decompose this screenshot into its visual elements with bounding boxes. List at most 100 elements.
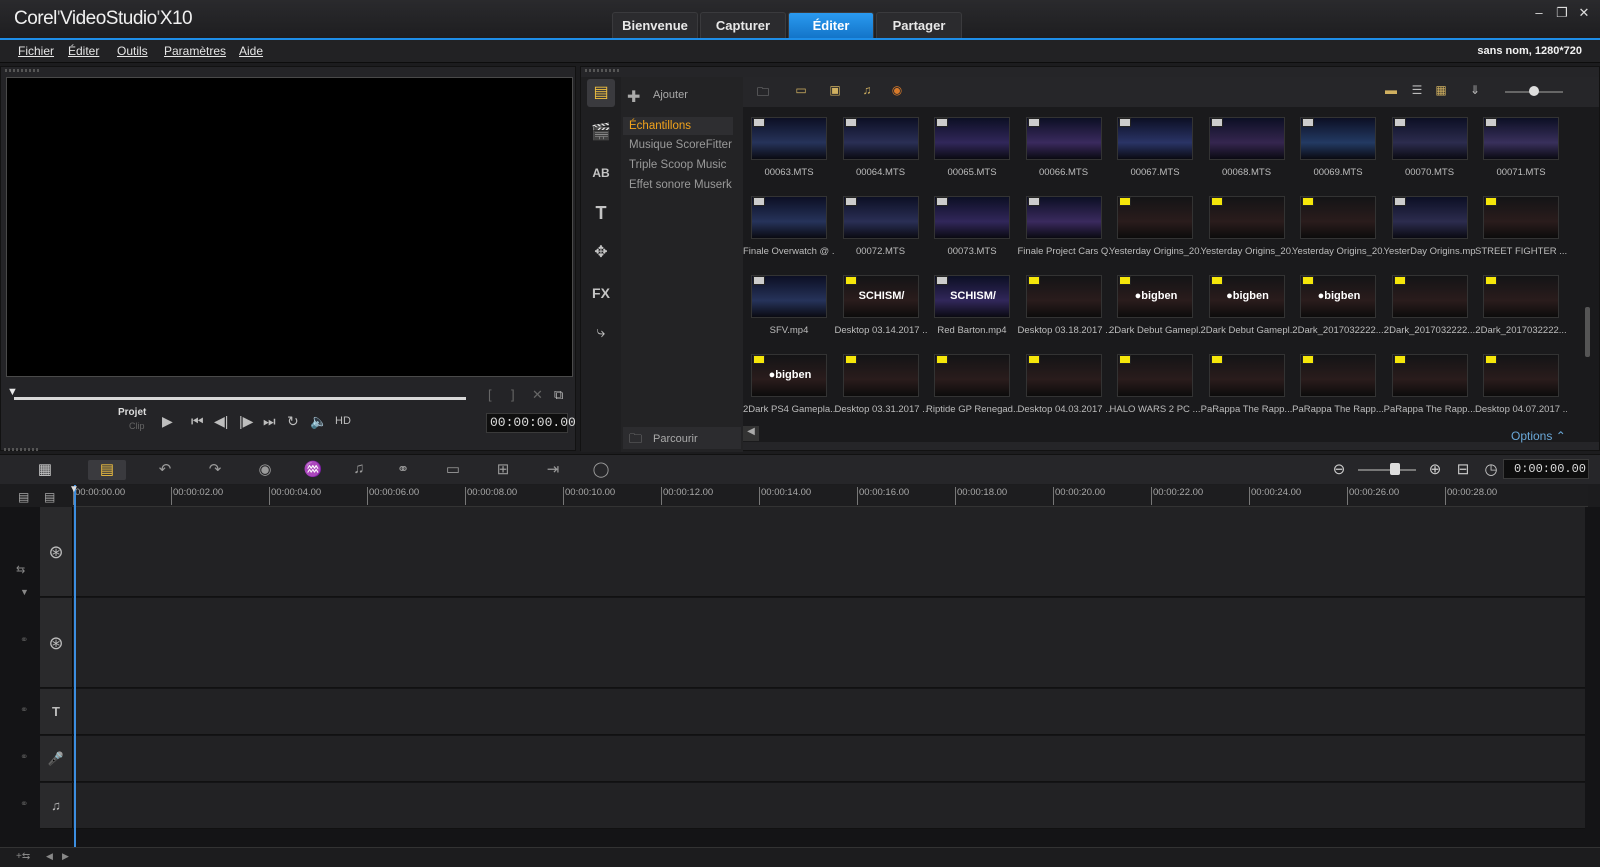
media-thumbnail[interactable]: 00070.MTS <box>1384 109 1476 189</box>
track-options-icon[interactable]: ⇆ <box>16 563 25 576</box>
zoom-out-icon[interactable]: ⊖ <box>1326 460 1352 480</box>
timeline-scrollbar[interactable]: +⇆ ◀ ▶ <box>0 847 1600 867</box>
media-thumbnail[interactable]: Desktop 04.07.2017 ... <box>1475 346 1567 426</box>
timeline-view-icon[interactable]: ▤ <box>88 460 126 480</box>
panel-grip[interactable] <box>4 448 40 451</box>
view-grid-icon[interactable]: ▦ <box>1431 83 1451 101</box>
media-thumbnail[interactable]: PaRappa The Rapp... <box>1201 346 1293 426</box>
next-frame-icon[interactable]: |▶ <box>239 413 253 430</box>
menu-fichier[interactable]: Fichier <box>18 44 54 58</box>
motion-tracking-icon[interactable]: ⚭ <box>390 460 416 480</box>
tab-partager[interactable]: Partager <box>876 12 962 39</box>
folder-icon[interactable]: 🗀 <box>753 83 773 101</box>
project-icon[interactable]: ◉ <box>887 83 907 101</box>
tab-bienvenue[interactable]: Bienvenue <box>612 12 698 39</box>
play-icon[interactable]: ▶ <box>162 413 173 430</box>
sort-icon[interactable]: ⇓ <box>1465 83 1485 101</box>
title-track-icon[interactable]: T <box>40 689 73 735</box>
player-timecode[interactable]: 00:00:00.00 <box>486 413 576 433</box>
browse-icon[interactable]: 🗀 <box>629 430 642 452</box>
transition-icon[interactable]: AB <box>587 159 615 187</box>
menu-editer[interactable]: Éditer <box>68 44 99 58</box>
media-thumbnail[interactable]: PaRappa The Rapp... <box>1292 346 1384 426</box>
menu-outils[interactable]: Outils <box>117 44 148 58</box>
media-thumbnail[interactable]: Desktop 03.31.2017 ... <box>835 346 927 426</box>
show-photos-icon[interactable]: ▣ <box>825 83 845 101</box>
media-thumbnail[interactable]: Yesterday Origins_20... <box>1292 188 1384 268</box>
media-thumbnail[interactable]: 00067.MTS <box>1109 109 1201 189</box>
close-icon[interactable]: ✕ <box>1575 4 1593 22</box>
track-lock-icon[interactable]: ⚭ <box>20 705 28 716</box>
media-thumbnail[interactable]: 00063.MTS <box>743 109 835 189</box>
media-thumbnail[interactable]: Yesterday Origins_20... <box>1109 188 1201 268</box>
tab-editer[interactable]: Éditer <box>788 12 874 39</box>
track-lock-icon[interactable]: ⚭ <box>20 799 28 810</box>
menu-parametres[interactable]: Paramètres <box>164 44 226 58</box>
media-thumbnail[interactable]: ●bigben 2Dark_2017032222... <box>1292 267 1384 347</box>
media-thumbnail[interactable]: Finale Project Cars Q... <box>1018 188 1110 268</box>
graphic-icon[interactable]: ✥ <box>587 239 615 267</box>
panel-grip[interactable] <box>5 69 41 72</box>
media-thumbnail[interactable]: STREET FIGHTER ... <box>1475 188 1567 268</box>
media-thumbnail[interactable]: Riptide GP Renegad... <box>926 346 1018 426</box>
mode-clip-label[interactable]: Clip <box>129 421 145 431</box>
media-thumbnail[interactable]: 00069.MTS <box>1292 109 1384 189</box>
fit-project-icon[interactable]: ⊟ <box>1450 460 1476 480</box>
video-track-icon[interactable]: ⊛ <box>40 507 73 597</box>
enlarge-preview-icon[interactable]: ⧉ <box>554 387 563 403</box>
title-track[interactable] <box>40 689 1585 735</box>
media-thumbnail[interactable]: Desktop 04.03.2017 ... <box>1018 346 1110 426</box>
restore-icon[interactable]: ❐ <box>1553 4 1571 22</box>
sound-mixer-icon[interactable]: ♒ <box>300 460 326 480</box>
volume-icon[interactable]: 🔈 <box>310 413 327 430</box>
undo-icon[interactable]: ↶ <box>152 460 178 480</box>
add-track-icon[interactable]: +⇆ <box>16 851 30 862</box>
add-icon[interactable]: ✚ <box>627 87 640 107</box>
media-thumbnail[interactable]: YesterDay Origins.mp4 <box>1384 188 1476 268</box>
zoom-slider-knob[interactable] <box>1390 463 1400 475</box>
track-manager-icon[interactable]: ▤ <box>44 490 55 504</box>
show-all-tracks-icon[interactable]: ▤ <box>18 490 29 504</box>
scroll-left-icon[interactable]: ◀ <box>743 426 759 441</box>
view-list-icon[interactable]: ☰ <box>1407 83 1427 101</box>
auto-music-icon[interactable]: ♫ <box>346 460 372 480</box>
timeline-ruler[interactable]: 00:00:00.00 00:00:02.00 00:00:04.00 00:00:0… <box>73 485 1588 507</box>
music-track[interactable] <box>40 783 1585 829</box>
timeline-timecode[interactable]: 0:00:00.00 <box>1503 459 1589 479</box>
media-thumbnail[interactable]: 00073.MTS <box>926 188 1018 268</box>
scroll-left-icon[interactable]: ◀ <box>46 851 53 862</box>
scrubber-bar[interactable] <box>14 397 466 400</box>
folder-effet-sonore[interactable]: Effet sonore Muserk <box>629 179 732 191</box>
media-thumbnail[interactable]: 00065.MTS <box>926 109 1018 189</box>
scroll-right-icon[interactable]: ▶ <box>62 851 69 862</box>
tab-capturer[interactable]: Capturer <box>700 12 786 39</box>
instant-project-icon[interactable]: 🎬 <box>587 119 615 147</box>
playhead[interactable] <box>74 485 76 847</box>
path-icon[interactable]: ⤷ <box>587 319 615 347</box>
add-folder-button[interactable]: Ajouter <box>653 89 688 101</box>
playhead-handle[interactable]: ▼ <box>69 484 79 495</box>
media-thumbnail[interactable]: 2Dark_2017032222... <box>1384 267 1476 347</box>
media-thumbnail[interactable]: HALO WARS 2 PC ... <box>1109 346 1201 426</box>
project-duration-icon[interactable]: ◷ <box>1478 460 1504 480</box>
view-thumbnails-icon[interactable]: ▬ <box>1381 83 1401 101</box>
mark-in-icon[interactable]: [ <box>488 387 492 402</box>
zoom-in-icon[interactable]: ⊕ <box>1422 460 1448 480</box>
filter-fx-icon[interactable]: FX <box>587 279 615 307</box>
multi-camera-icon[interactable]: ⊞ <box>490 460 516 480</box>
subtitle-editor-icon[interactable]: ▭ <box>440 460 466 480</box>
storyboard-view-icon[interactable]: ▦ <box>32 460 58 480</box>
prev-frame-icon[interactable]: ◀| <box>214 413 228 430</box>
track-lock-icon[interactable]: ⚭ <box>20 752 28 763</box>
media-thumbnail[interactable]: 2Dark_2017032222... <box>1475 267 1567 347</box>
options-button[interactable]: Options ⌃ <box>1511 429 1566 443</box>
media-thumbnail[interactable]: PaRappa The Rapp... <box>1384 346 1476 426</box>
folder-triple-scoop[interactable]: Triple Scoop Music <box>629 159 726 171</box>
thumbnail-size-knob[interactable] <box>1529 86 1539 96</box>
media-thumbnail[interactable]: 00066.MTS <box>1018 109 1110 189</box>
media-thumbnail[interactable]: 00072.MTS <box>835 188 927 268</box>
time-remapping-icon[interactable]: ⇥ <box>540 460 566 480</box>
media-thumbnail[interactable]: ●bigben 2Dark Debut Gamepl... <box>1109 267 1201 347</box>
media-thumbnail[interactable]: SCHISM/Desktop 03.14.2017 ... <box>835 267 927 347</box>
voice-track[interactable] <box>40 736 1585 782</box>
